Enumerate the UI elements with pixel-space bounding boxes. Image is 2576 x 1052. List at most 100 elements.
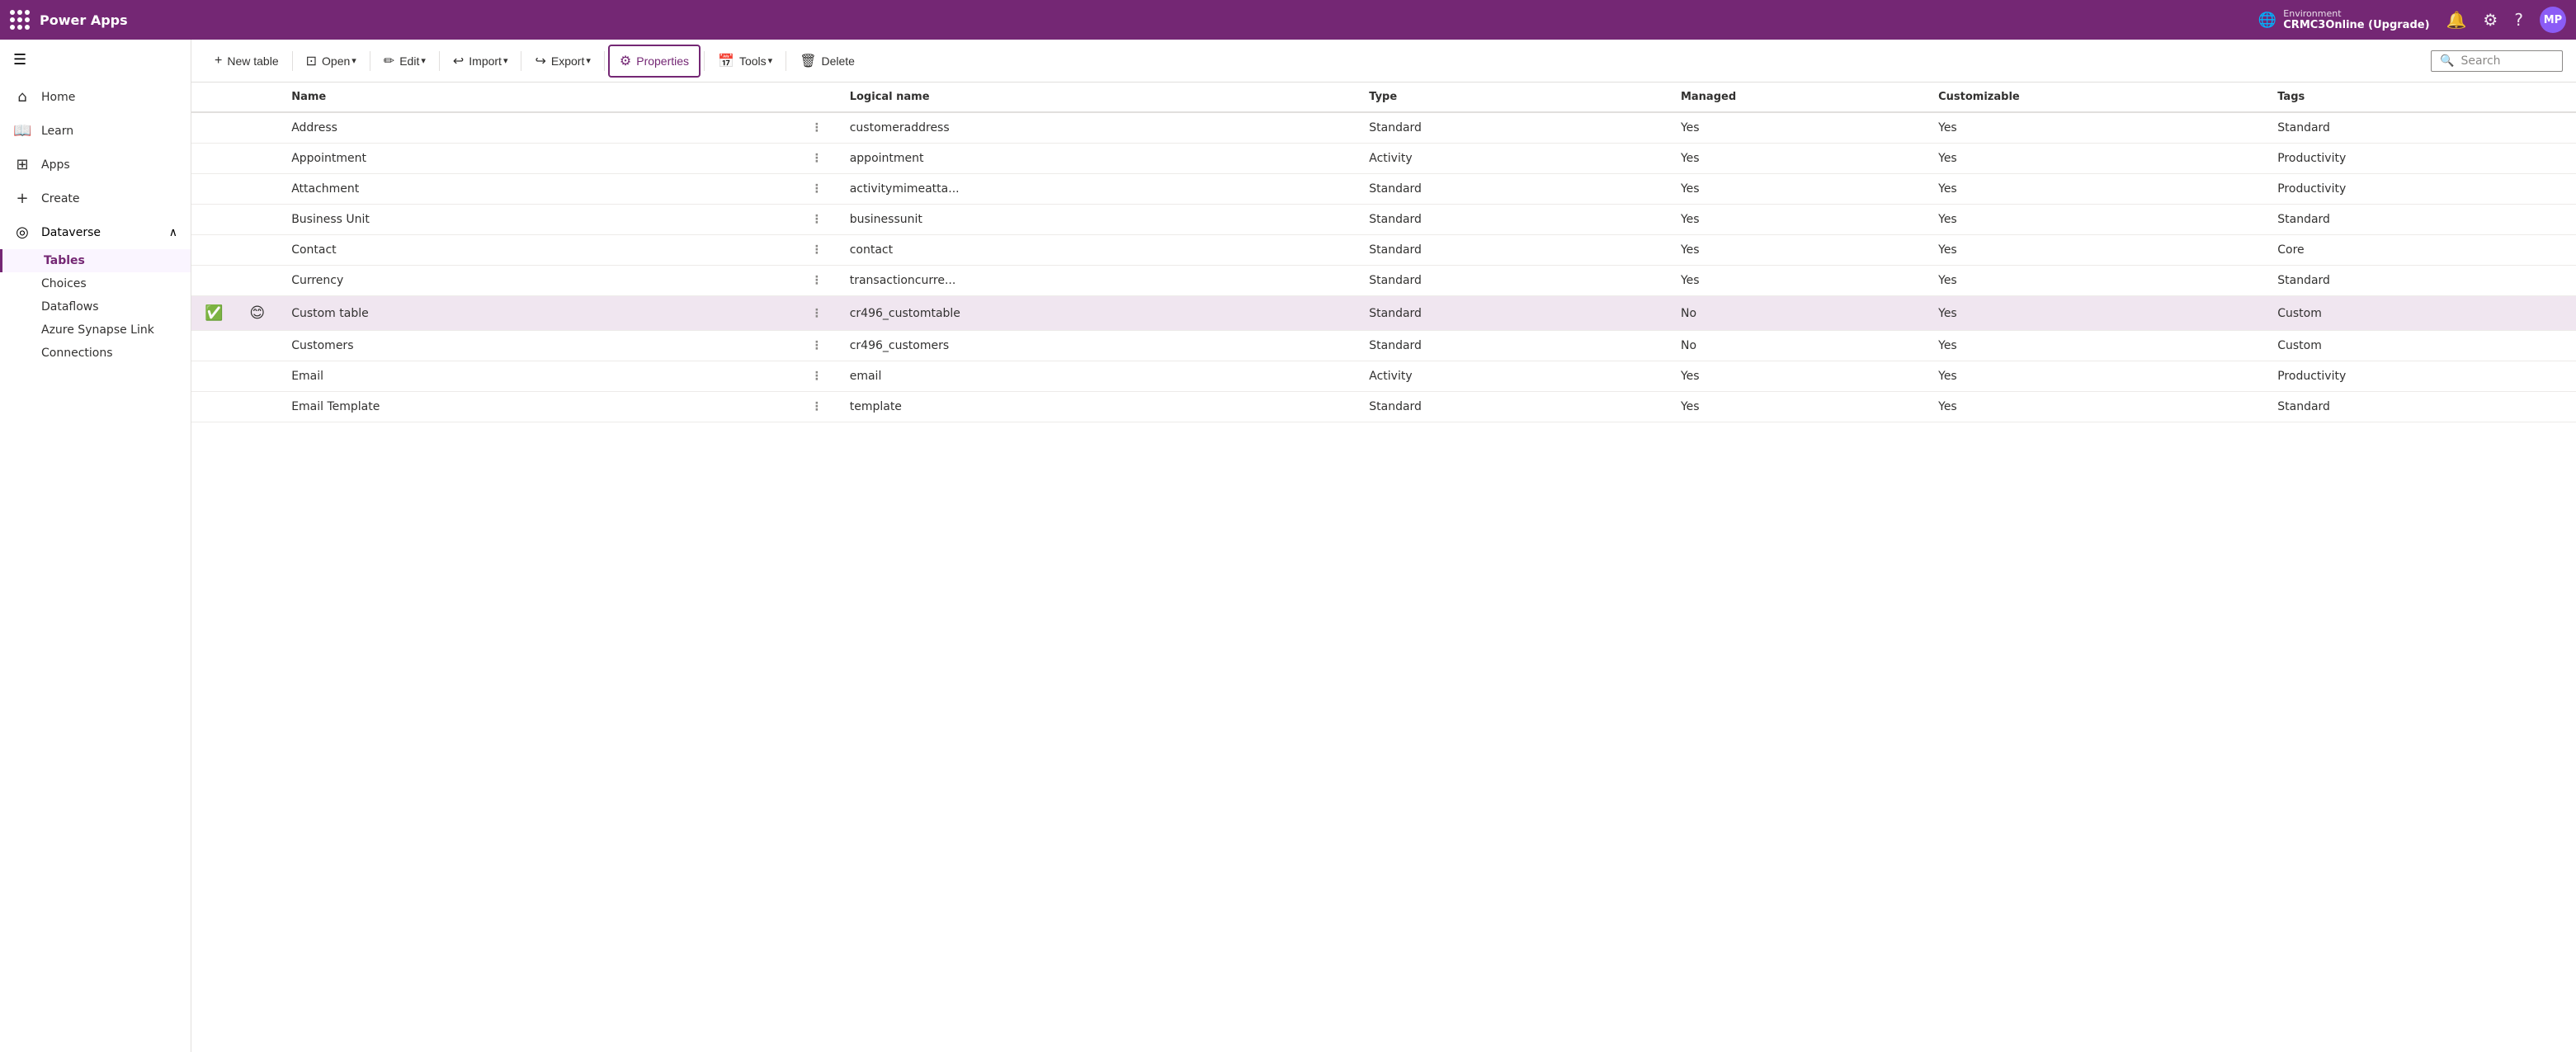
row-emoji-cell [236,392,278,422]
table-row[interactable]: Contact⋮contactStandardYesYesCore [191,235,2576,266]
row-logical-name: transactioncurre... [837,266,1356,296]
apps-icon: ⊞ [13,156,31,173]
search-box[interactable]: 🔍 Search [2431,50,2563,72]
hamburger-menu-icon[interactable]: ☰ [0,40,191,80]
sidebar-sub-connections[interactable]: Connections [0,342,191,365]
tools-chevron-icon: ▾ [768,55,773,66]
row-emoji-cell: 😊 [236,296,278,331]
col-header-logical-name[interactable]: Logical name [837,83,1356,112]
row-context-menu[interactable]: ⋮ [798,112,837,144]
row-managed: No [1668,331,1925,361]
row-context-menu[interactable]: ⋮ [798,174,837,205]
row-emoji-cell [236,112,278,144]
tools-button[interactable]: 📅 Tools ▾ [708,46,782,76]
row-emoji-cell [236,266,278,296]
row-emoji-cell [236,235,278,266]
sidebar-item-home[interactable]: ⌂ Home [0,80,191,114]
table-row[interactable]: ✅😊Custom table⋮cr496_customtableStandard… [191,296,2576,331]
chevron-up-icon: ∧ [169,226,177,239]
row-check-cell [191,392,236,422]
app-launcher-icon[interactable] [10,10,30,30]
col-header-tags[interactable]: Tags [2264,83,2576,112]
search-icon: 🔍 [2440,54,2454,68]
table-row[interactable]: Currency⋮transactioncurre...StandardYesY… [191,266,2576,296]
delete-button[interactable]: 🗑 Delete [790,46,865,76]
row-check-cell [191,174,236,205]
row-type: Standard [1356,266,1668,296]
row-tags: Custom [2264,296,2576,331]
new-table-button[interactable]: + New table [205,47,289,75]
notification-icon[interactable]: 🔔 [2446,10,2467,30]
row-context-menu[interactable]: ⋮ [798,361,837,392]
table-row[interactable]: Attachment⋮activitymimeatta...StandardYe… [191,174,2576,205]
row-name: Business Unit [278,205,798,235]
col-header-type[interactable]: Type [1356,83,1668,112]
col-header-emoji [236,83,278,112]
edit-chevron-icon: ▾ [421,55,426,66]
learn-icon: 📖 [13,122,31,139]
row-type: Standard [1356,331,1668,361]
row-managed: Yes [1668,361,1925,392]
import-button[interactable]: ↩ Import ▾ [443,46,518,76]
user-avatar[interactable]: MP [2540,7,2566,33]
row-context-menu[interactable]: ⋮ [798,392,837,422]
row-context-menu[interactable]: ⋮ [798,266,837,296]
col-header-managed[interactable]: Managed [1668,83,1925,112]
table-row[interactable]: Email⋮emailActivityYesYesProductivity [191,361,2576,392]
delete-label: Delete [822,54,855,68]
row-type: Standard [1356,205,1668,235]
home-icon: ⌂ [13,88,31,106]
row-context-menu[interactable]: ⋮ [798,144,837,174]
topbar-right: 🌐 Environment CRMC3Online (Upgrade) 🔔 ⚙ … [2258,7,2566,33]
sidebar-sub-dataflows[interactable]: Dataflows [0,295,191,318]
environment-block[interactable]: 🌐 Environment CRMC3Online (Upgrade) [2258,8,2430,32]
sidebar-sub-azure-synapse[interactable]: Azure Synapse Link [0,318,191,342]
sidebar-item-create[interactable]: + Create [0,182,191,215]
col-header-check [191,83,236,112]
sidebar-sub-tables[interactable]: Tables [0,249,191,272]
properties-button[interactable]: ⚙ Properties [608,45,701,78]
row-name: Currency [278,266,798,296]
row-check-cell [191,112,236,144]
new-table-label: New table [227,54,278,68]
row-context-menu[interactable]: ⋮ [798,331,837,361]
row-managed: Yes [1668,235,1925,266]
row-customizable: Yes [1925,235,2264,266]
table-row[interactable]: Address⋮customeraddressStandardYesYesSta… [191,112,2576,144]
row-customizable: Yes [1925,266,2264,296]
settings-icon[interactable]: ⚙ [2483,10,2498,30]
sidebar-home-label: Home [41,91,75,104]
delete-icon: 🗑 [800,53,816,69]
tools-icon: 📅 [718,53,734,69]
table-row[interactable]: Email Template⋮templateStandardYesYesSta… [191,392,2576,422]
row-name: Email Template [278,392,798,422]
globe-icon: 🌐 [2258,12,2276,29]
row-check-cell [191,144,236,174]
sidebar-item-dataverse[interactable]: ◎ Dataverse ∧ [0,215,191,249]
sidebar-item-apps[interactable]: ⊞ Apps [0,148,191,182]
table-row[interactable]: Appointment⋮appointmentActivityYesYesPro… [191,144,2576,174]
row-context-menu[interactable]: ⋮ [798,296,837,331]
row-logical-name: appointment [837,144,1356,174]
table-row[interactable]: Customers⋮cr496_customersStandardNoYesCu… [191,331,2576,361]
sidebar-sub-choices[interactable]: Choices [0,272,191,295]
row-emoji-cell [236,331,278,361]
help-icon[interactable]: ? [2514,10,2523,30]
col-header-name[interactable]: Name [278,83,798,112]
col-header-customizable[interactable]: Customizable [1925,83,2264,112]
new-table-icon: + [215,54,222,68]
row-tags: Standard [2264,205,2576,235]
edit-button[interactable]: ✏ Edit ▾ [374,46,436,76]
row-customizable: Yes [1925,144,2264,174]
open-button[interactable]: ⊡ Open ▾ [296,46,366,76]
row-context-menu[interactable]: ⋮ [798,205,837,235]
table-row[interactable]: Business Unit⋮businessunitStandardYesYes… [191,205,2576,235]
check-icon: ✅ [205,304,223,322]
row-context-menu[interactable]: ⋮ [798,235,837,266]
export-button[interactable]: ↪ Export ▾ [525,46,600,76]
row-emoji-cell [236,144,278,174]
row-managed: Yes [1668,392,1925,422]
sidebar-item-learn[interactable]: 📖 Learn [0,114,191,148]
row-type: Standard [1356,174,1668,205]
row-type: Standard [1356,392,1668,422]
